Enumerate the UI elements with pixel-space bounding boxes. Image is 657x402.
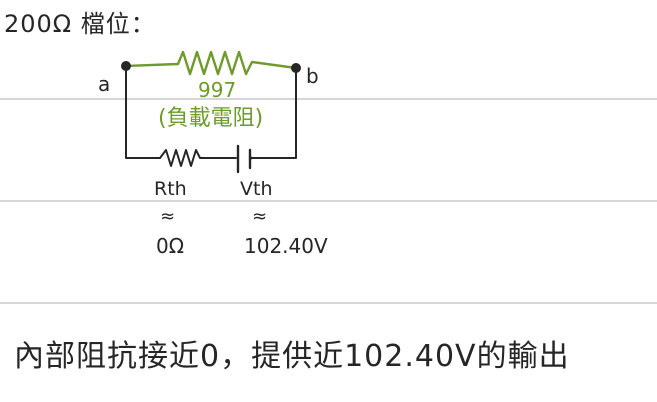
thevenin-voltage-source	[236, 144, 254, 174]
rth-approx-symbol: ≈	[160, 206, 176, 227]
load-resistor-value: 997	[198, 78, 237, 102]
vth-approx-symbol: ≈	[252, 206, 268, 227]
rth-label: Rth	[154, 178, 187, 200]
vth-label: Vth	[240, 178, 273, 200]
conclusion-text: 內部阻抗接近0，提供近102.40V的輸出	[14, 339, 570, 374]
node-a-label: a	[98, 72, 111, 96]
node-b-label: b	[306, 64, 319, 88]
vth-value: 102.40V	[244, 234, 328, 258]
node-b-terminal	[291, 63, 301, 73]
load-resistor	[124, 50, 298, 76]
thevenin-resistor	[159, 149, 237, 167]
note-page: 200Ω 檔位： a b 997 (負載電阻) Rth Vth ≈ ≈ 0Ω 1…	[0, 0, 657, 402]
rth-value: 0Ω	[156, 234, 185, 258]
load-resistor-name: (負載電阻)	[158, 106, 264, 131]
node-a-terminal	[121, 61, 131, 71]
